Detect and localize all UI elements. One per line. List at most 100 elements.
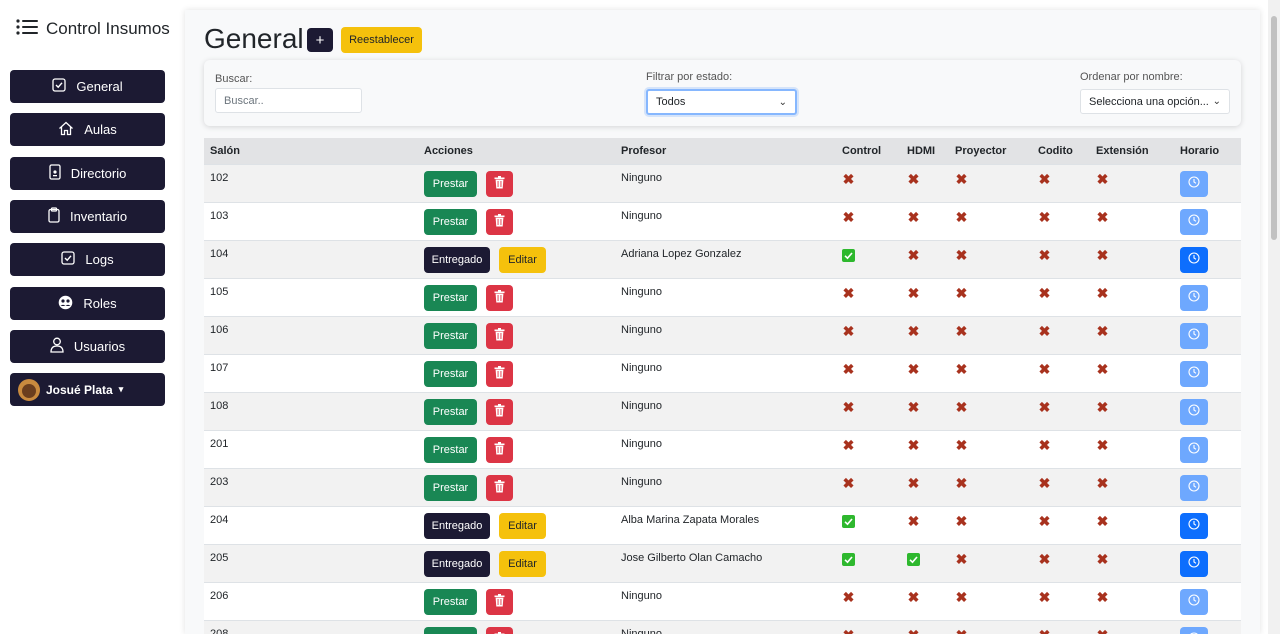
schedule-button[interactable] xyxy=(1180,361,1208,387)
schedule-button[interactable] xyxy=(1180,171,1208,197)
delete-button[interactable] xyxy=(486,285,513,311)
salon-cell: 205 xyxy=(210,552,229,564)
salon-cell: 104 xyxy=(210,248,229,260)
editar-button[interactable]: Editar xyxy=(499,513,546,539)
delete-button[interactable] xyxy=(486,209,513,235)
sidebar-item-aulas[interactable]: Aulas xyxy=(10,113,165,146)
schedule-button[interactable] xyxy=(1180,437,1208,463)
column-header-salon: Salón xyxy=(210,145,240,157)
prestar-button[interactable]: Prestar xyxy=(424,475,477,501)
schedule-button[interactable] xyxy=(1180,475,1208,501)
sidebar-item-label: Directorio xyxy=(70,166,127,181)
x-icon: ✖ xyxy=(1096,589,1109,605)
entregado-button[interactable]: Entregado xyxy=(424,513,490,539)
delete-button[interactable] xyxy=(486,323,513,349)
x-icon: ✖ xyxy=(955,361,968,377)
trash-icon xyxy=(494,594,505,610)
search-label: Buscar: xyxy=(215,73,253,85)
prestar-button[interactable]: Prestar xyxy=(424,589,477,615)
editar-button[interactable]: Editar xyxy=(499,551,546,577)
x-icon: ✖ xyxy=(907,437,920,453)
sidebar-item-usuarios[interactable]: Usuarios xyxy=(10,330,165,363)
x-icon: ✖ xyxy=(842,171,855,187)
schedule-button[interactable] xyxy=(1180,247,1208,273)
x-icon: ✖ xyxy=(907,475,920,491)
delete-button[interactable] xyxy=(486,475,513,501)
x-icon: ✖ xyxy=(1096,437,1109,453)
x-icon: ✖ xyxy=(842,437,855,453)
delete-button[interactable] xyxy=(486,361,513,387)
schedule-button[interactable] xyxy=(1180,589,1208,615)
x-icon: ✖ xyxy=(955,589,968,605)
profesor-cell: Ninguno xyxy=(621,210,662,222)
page-scrollbar[interactable] xyxy=(1268,0,1280,634)
profesor-cell: Ninguno xyxy=(621,286,662,298)
table-row: 108 Prestar Ninguno ✖ ✖ ✖ ✖ ✖ xyxy=(204,393,1241,431)
delete-button[interactable] xyxy=(486,399,513,425)
user-menu-button[interactable]: Josué Plata ▾ xyxy=(10,373,165,406)
prestar-button[interactable]: Prestar xyxy=(424,323,477,349)
sidebar-item-label: Aulas xyxy=(84,122,117,137)
state-filter-label: Filtrar por estado: xyxy=(646,71,733,83)
profesor-cell: Ninguno xyxy=(621,476,662,488)
table-row: 103 Prestar Ninguno ✖ ✖ ✖ ✖ ✖ xyxy=(204,203,1241,241)
x-icon: ✖ xyxy=(1038,171,1051,187)
delete-button[interactable] xyxy=(486,589,513,615)
x-icon: ✖ xyxy=(955,399,968,415)
x-icon: ✖ xyxy=(907,247,920,263)
prestar-button[interactable]: Prestar xyxy=(424,361,477,387)
table-row: 206 Prestar Ninguno ✖ ✖ ✖ ✖ ✖ xyxy=(204,583,1241,621)
schedule-button[interactable] xyxy=(1180,399,1208,425)
clock-icon xyxy=(1188,403,1200,421)
reset-button[interactable]: Reestablecer xyxy=(341,27,422,53)
prestar-button[interactable]: Prestar xyxy=(424,437,477,463)
x-icon: ✖ xyxy=(955,475,968,491)
sidebar-item-general[interactable]: General xyxy=(10,70,165,103)
x-icon: ✖ xyxy=(955,171,968,187)
entregado-button[interactable]: Entregado xyxy=(424,551,490,577)
prestar-button[interactable]: Prestar xyxy=(424,399,477,425)
schedule-button[interactable] xyxy=(1180,551,1208,577)
schedule-button[interactable] xyxy=(1180,209,1208,235)
prestar-button[interactable]: Prestar xyxy=(424,171,477,197)
sidebar: Control Insumos General Aulas Directorio… xyxy=(0,0,185,634)
schedule-button[interactable] xyxy=(1180,513,1208,539)
clock-icon xyxy=(1188,517,1200,535)
sidebar-item-inventario[interactable]: Inventario xyxy=(10,200,165,233)
delete-button[interactable] xyxy=(486,437,513,463)
editar-button[interactable]: Editar xyxy=(499,247,546,273)
prestar-button[interactable]: Prestar xyxy=(424,627,477,634)
delete-button[interactable] xyxy=(486,627,513,634)
main-content: General + Reestablecer Buscar: Buscar.. … xyxy=(185,10,1260,634)
prestar-button[interactable]: Prestar xyxy=(424,285,477,311)
search-input[interactable]: Buscar.. xyxy=(215,88,362,113)
home-icon xyxy=(58,121,74,139)
x-icon: ✖ xyxy=(1096,628,1109,634)
sidebar-item-directorio[interactable]: Directorio xyxy=(10,157,165,190)
prestar-button[interactable]: Prestar xyxy=(424,209,477,235)
order-select[interactable]: Selecciona una opción... ⌄ xyxy=(1080,89,1230,114)
table-row: 208 Prestar Ninguno ✖ ✖ ✖ ✖ ✖ xyxy=(204,621,1241,634)
profesor-cell: Adriana Lopez Gonzalez xyxy=(621,248,742,260)
x-icon: ✖ xyxy=(907,323,920,339)
clipboard-icon xyxy=(48,207,60,226)
state-filter-select[interactable]: Todos ⌄ xyxy=(646,89,797,115)
scrollbar-thumb[interactable] xyxy=(1271,16,1277,240)
delete-button[interactable] xyxy=(486,171,513,197)
schedule-button[interactable] xyxy=(1180,285,1208,311)
table-row: 205 Entregado Editar Jose Gilberto Olan Cam… xyxy=(204,545,1241,583)
menu-icon[interactable] xyxy=(16,18,38,40)
state-filter-value: Todos xyxy=(656,96,686,108)
add-button[interactable]: + xyxy=(307,28,333,52)
sidebar-item-logs[interactable]: Logs xyxy=(10,243,165,276)
x-icon: ✖ xyxy=(907,399,920,415)
x-icon: ✖ xyxy=(1038,628,1051,634)
table-row: 203 Prestar Ninguno ✖ ✖ ✖ ✖ ✖ xyxy=(204,469,1241,507)
x-icon: ✖ xyxy=(1038,475,1051,491)
sidebar-item-roles[interactable]: Roles xyxy=(10,287,165,320)
profesor-cell: Ninguno xyxy=(621,172,662,184)
entregado-button[interactable]: Entregado xyxy=(424,247,490,273)
schedule-button[interactable] xyxy=(1180,627,1208,634)
schedule-button[interactable] xyxy=(1180,323,1208,349)
x-icon: ✖ xyxy=(955,628,968,634)
